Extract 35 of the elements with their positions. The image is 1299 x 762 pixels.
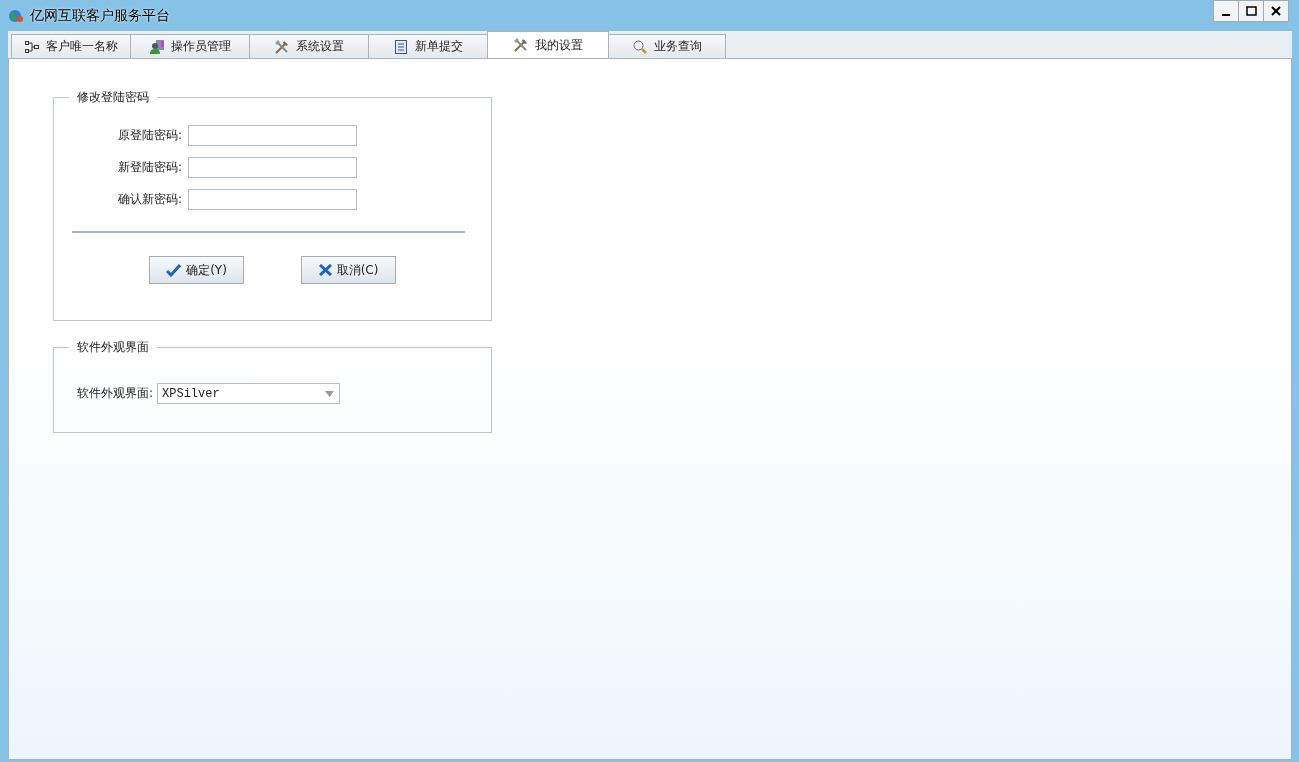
skin-dropdown[interactable]: XPSilver [157,383,341,404]
field-label: 新登陆密码: [116,159,182,176]
globe-icon [8,7,24,24]
checkmark-icon [166,263,182,277]
confirm-button[interactable]: 确定(Y) [149,256,244,284]
tab[interactable]: 我的设置 [487,31,609,58]
password-field[interactable] [188,125,357,146]
field-label: 软件外观界面: [77,385,154,402]
group-title: 软件外观界面 [76,339,150,356]
field-label: 原登陆密码: [116,127,182,144]
tab[interactable]: 业务查询 [608,34,726,58]
cancel-button[interactable]: 取消(C) [301,256,396,284]
search-icon [632,38,648,55]
minimize-icon [1222,14,1230,16]
tab[interactable]: 操作员管理 [130,34,250,58]
close-button[interactable] [1263,0,1289,22]
password-field[interactable] [188,189,357,210]
users-icon [149,38,165,55]
maximize-icon [1245,6,1257,16]
close-icon [1271,6,1281,16]
connector-icon [24,39,40,54]
field-label: 确认新密码: [116,191,182,208]
close-icon [318,264,332,276]
tools-icon [513,37,529,53]
tab[interactable]: 新单提交 [368,34,488,58]
maximize-button[interactable] [1238,0,1264,22]
tab[interactable]: 系统设置 [249,34,369,58]
group-title: 修改登陆密码 [76,89,150,106]
tools-icon [274,38,290,55]
dropdown-arrow-icon [325,390,335,397]
window-title: 亿网互联客户服务平台 [30,6,170,25]
document-icon [393,38,409,55]
tab[interactable]: 客户唯一名称 [11,34,131,58]
minimize-button[interactable] [1213,0,1239,22]
password-field[interactable] [188,157,357,178]
